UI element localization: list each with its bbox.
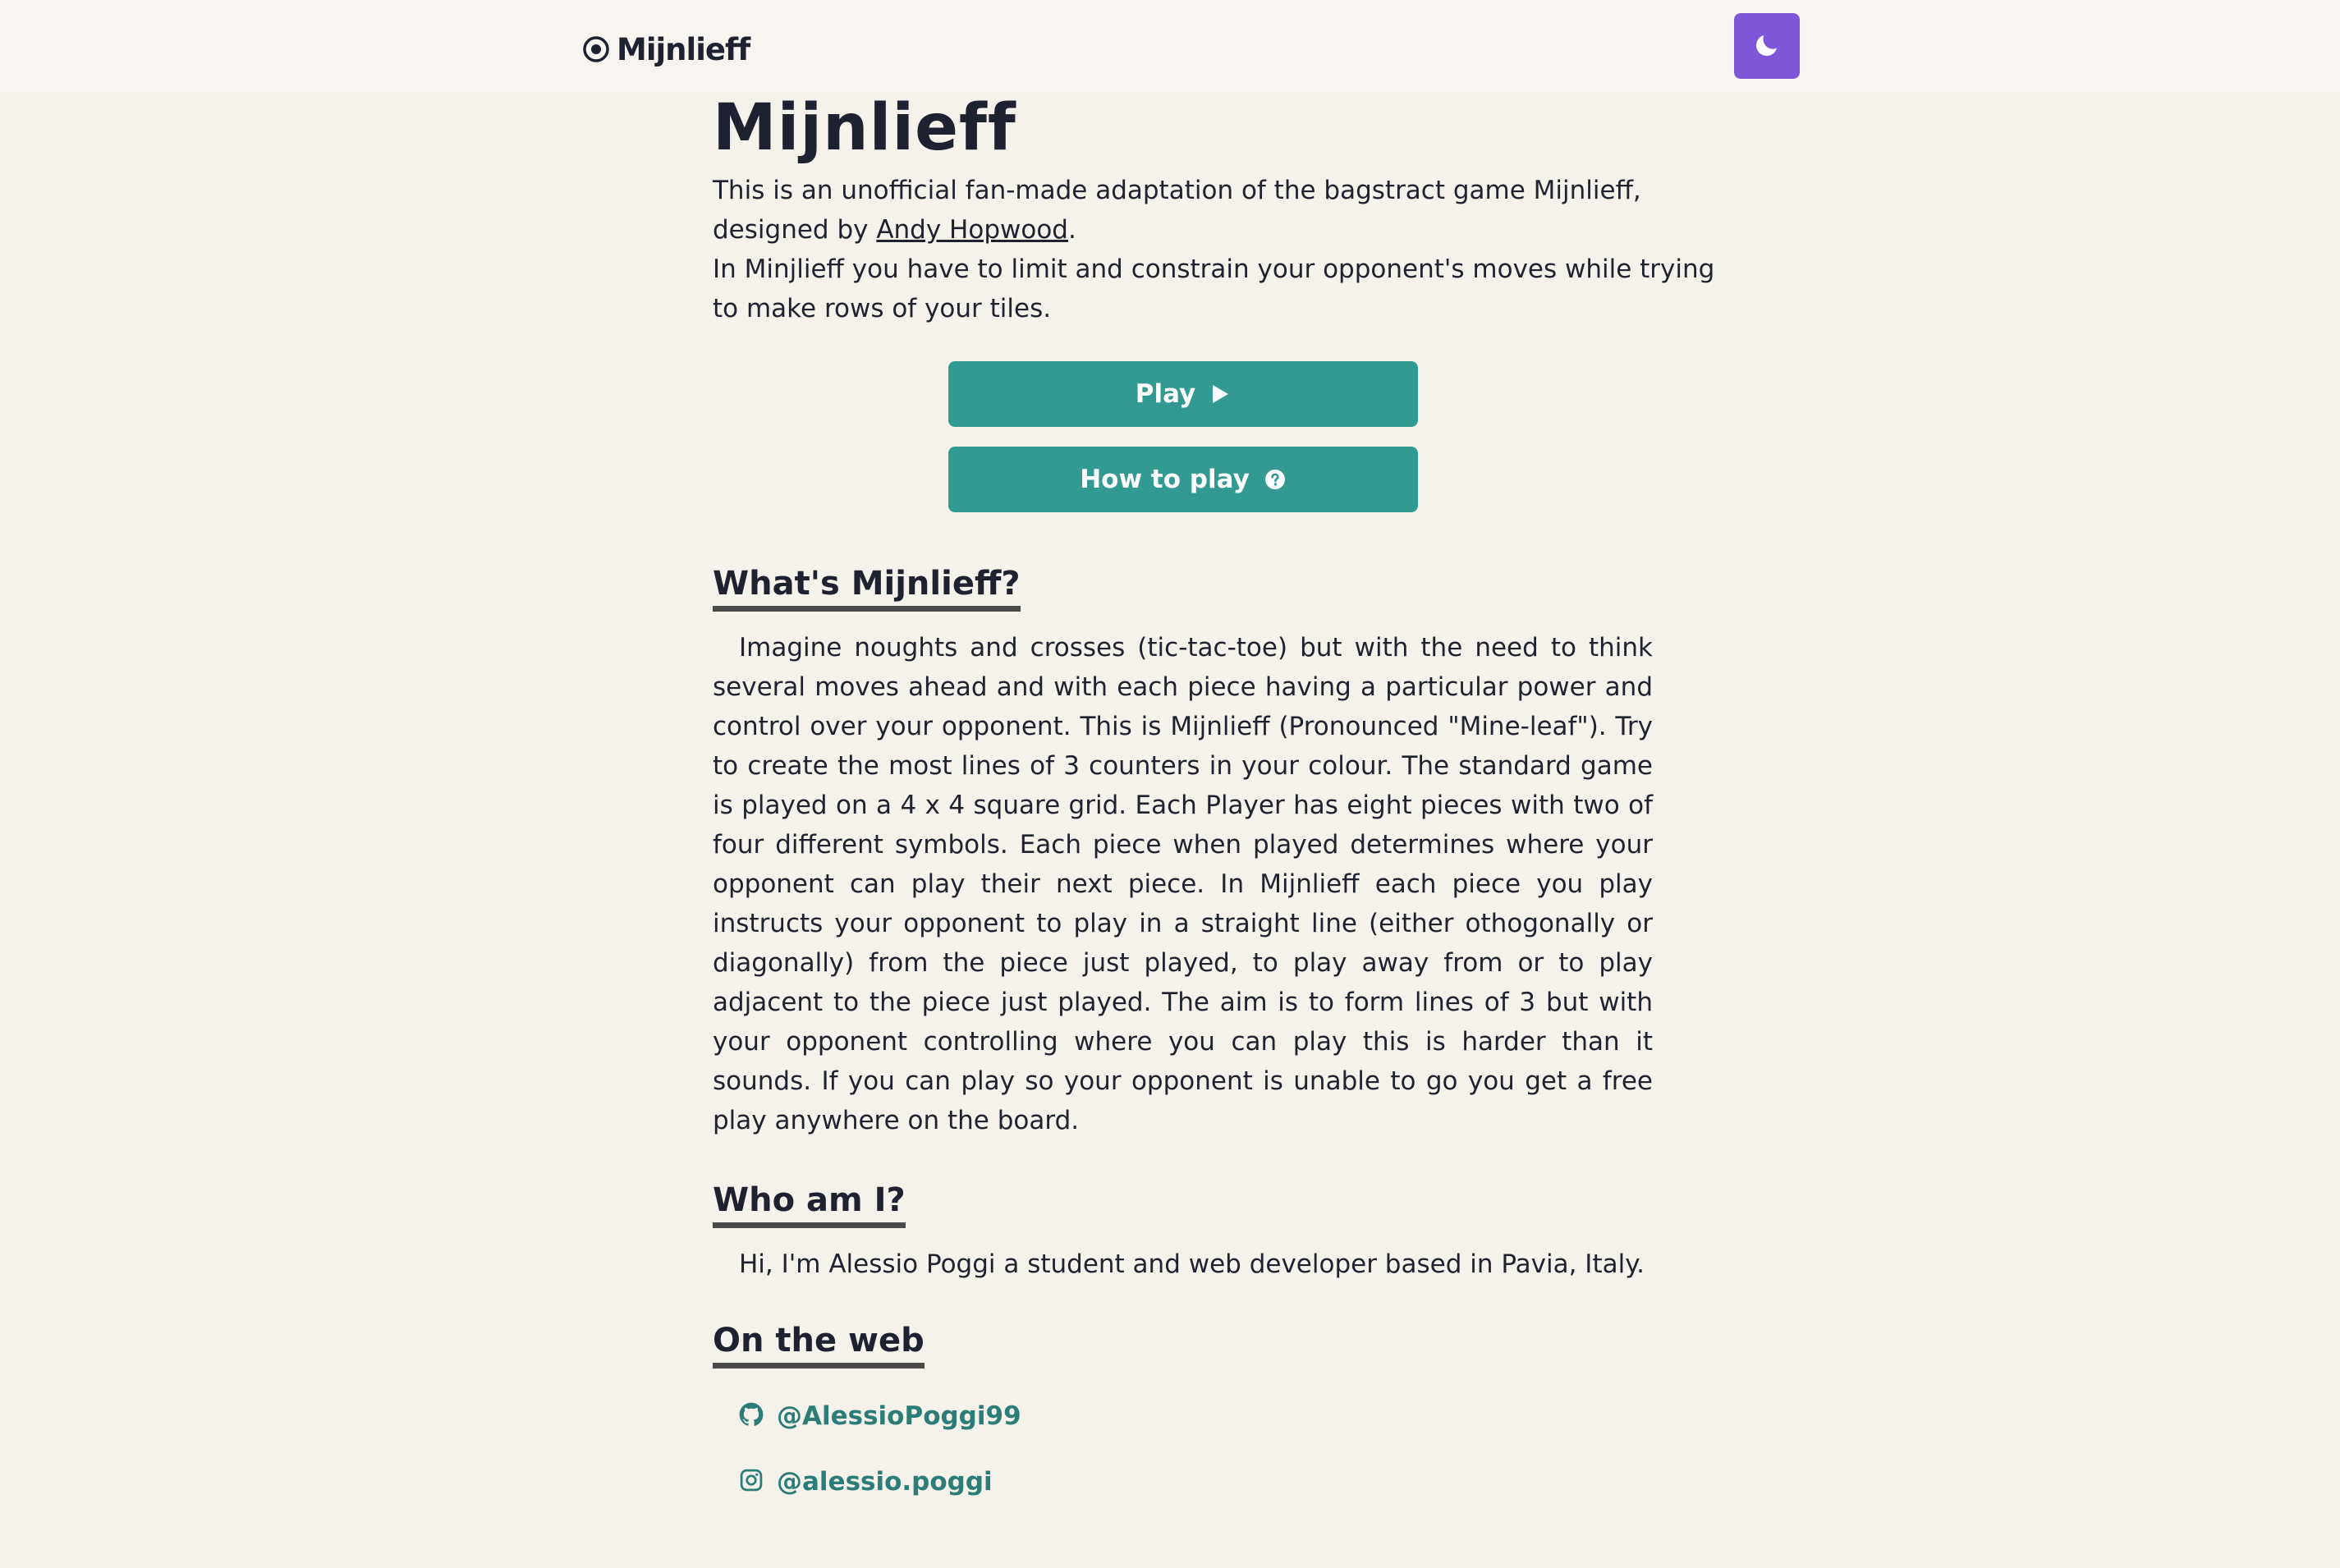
how-to-play-button[interactable]: How to play <box>947 447 1418 512</box>
who-am-i-section: Who am I? Hi, I'm Alessio Poggi a studen… <box>713 1180 1653 1284</box>
section-heading: On the web <box>713 1320 925 1369</box>
moon-icon <box>1753 31 1781 62</box>
social-links: @AlessioPoggi99 @alessio.poggi <box>739 1400 1653 1498</box>
section-body: Imagine noughts and crosses (tic-tac-toe… <box>713 633 1653 1135</box>
intro-line: designed by Andy Hopwood. <box>713 210 1653 250</box>
theme-toggle-button[interactable] <box>1734 13 1800 79</box>
github-link[interactable]: @AlessioPoggi99 <box>777 1401 1021 1431</box>
section-body: Hi, I'm Alessio Poggi a student and web … <box>739 1249 1645 1279</box>
github-icon <box>739 1402 764 1430</box>
main-content: Mijnlieff This is an unofficial fan-made… <box>713 91 1715 1531</box>
question-circle-icon <box>1264 469 1286 490</box>
intro-line: This is an unofficial fan-made adaptatio… <box>713 176 1641 205</box>
whats-mijnlieff-section: What's Mijnlieff? Imagine noughts and cr… <box>713 563 1653 1140</box>
intro-line: In Minjlieff you have to limit and const… <box>713 254 1715 284</box>
designer-link[interactable]: Andy Hopwood <box>876 215 1068 245</box>
brand-name: Mijnlieff <box>617 31 750 67</box>
on-the-web-section: On the web @AlessioPoggi99 @alessio.pogg… <box>713 1320 1653 1498</box>
intro-text-fragment: designed by <box>713 215 877 245</box>
intro-text-fragment: . <box>1067 215 1076 245</box>
intro-line: to make rows of your tiles. <box>713 294 1052 323</box>
action-buttons: Play How to play <box>713 361 1653 512</box>
intro-text: This is an unofficial fan-made adaptatio… <box>713 171 1715 328</box>
top-navbar: Mijnlieff <box>0 0 2340 92</box>
brand-link[interactable]: Mijnlieff <box>582 30 750 69</box>
play-button-label: Play <box>1135 379 1196 409</box>
list-item: @AlessioPoggi99 <box>739 1400 1653 1433</box>
instagram-link[interactable]: @alessio.poggi <box>777 1467 993 1497</box>
list-item: @alessio.poggi <box>739 1465 1653 1498</box>
page-title: Mijnlieff <box>713 91 1016 165</box>
section-heading: Who am I? <box>713 1180 906 1228</box>
instagram-icon <box>739 1468 764 1496</box>
target-circle-icon <box>582 35 610 63</box>
how-to-play-button-label: How to play <box>1080 465 1250 494</box>
play-icon <box>1210 383 1230 405</box>
section-heading: What's Mijnlieff? <box>713 563 1021 612</box>
play-button[interactable]: Play <box>947 361 1418 427</box>
